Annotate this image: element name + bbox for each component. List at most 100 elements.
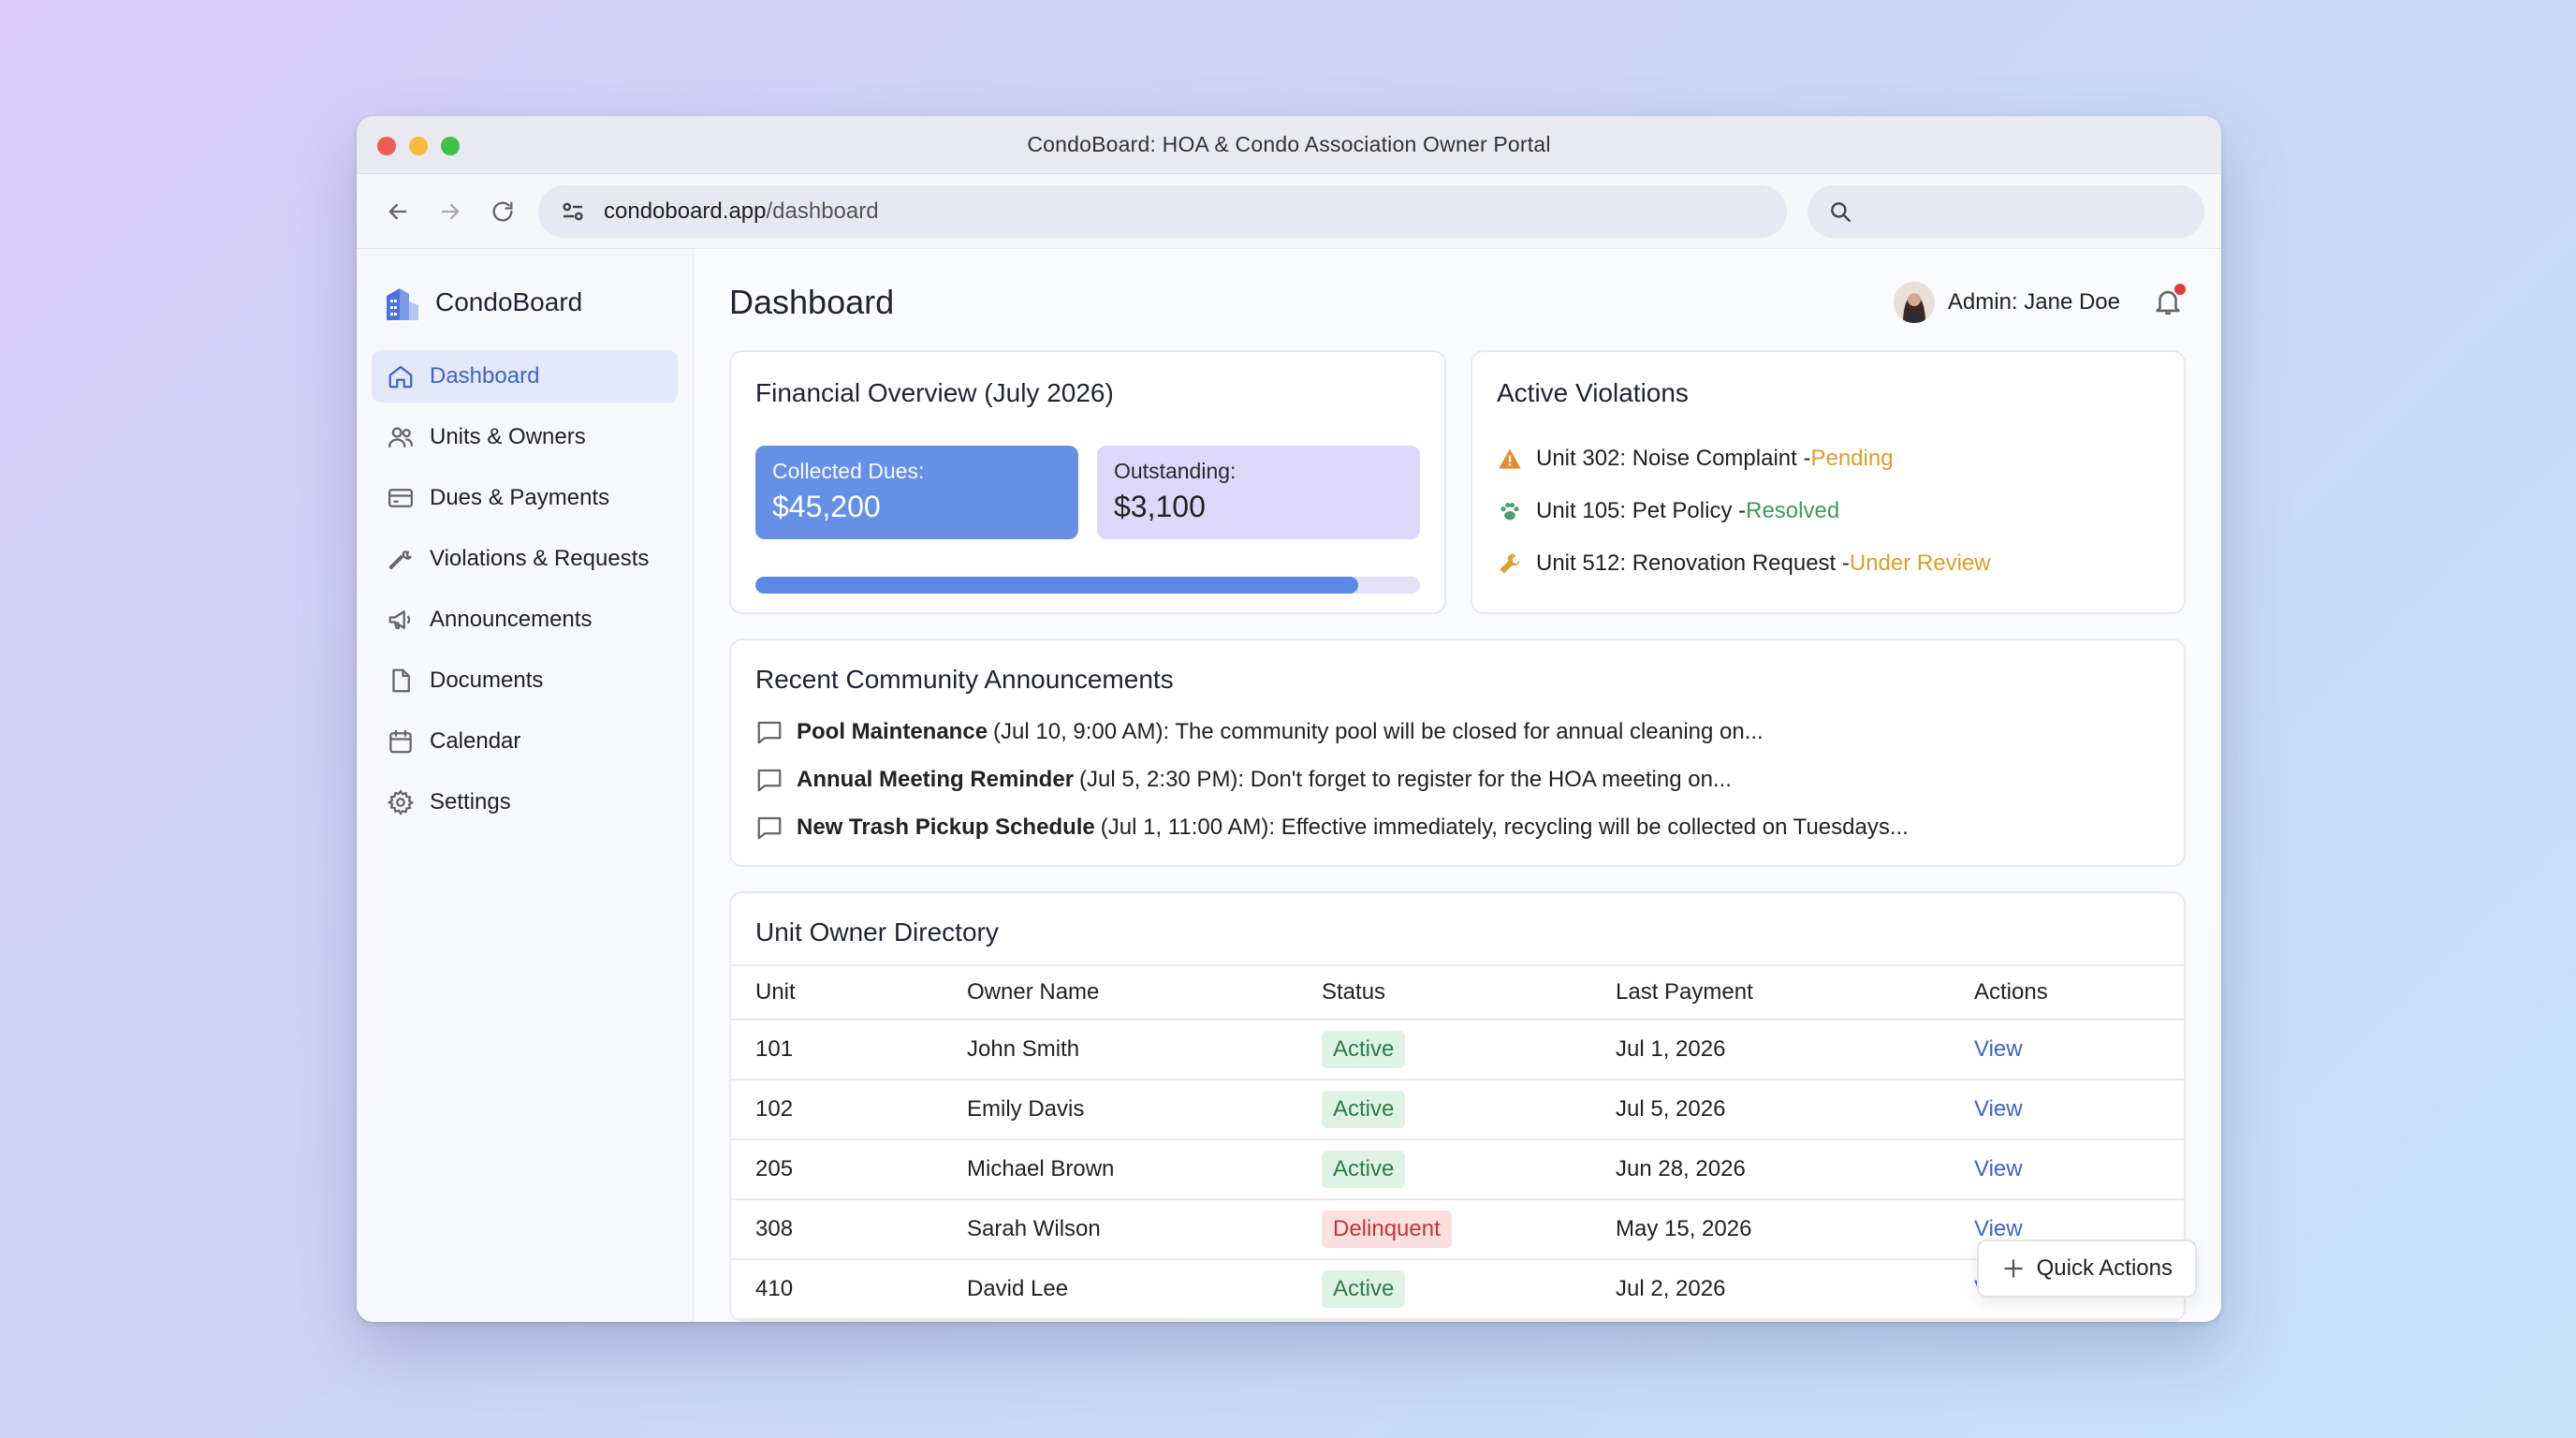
announcement-item[interactable]: Annual Meeting Reminder (Jul 5, 2:30 PM):…: [755, 756, 2159, 803]
cell-owner: Emily Davis: [943, 1079, 1297, 1140]
collected-dues-box: Collected Dues: $45,200: [755, 446, 1078, 539]
cell-owner: David Lee: [943, 1259, 1297, 1320]
quick-actions-label: Quick Actions: [2036, 1255, 2173, 1281]
table-row[interactable]: 410 David Lee Active Jul 2, 2026 View: [731, 1259, 2184, 1320]
status-badge: Active: [1322, 1091, 1406, 1128]
forward-button[interactable]: [424, 185, 476, 238]
building-logo-icon: [387, 288, 418, 320]
status-badge: Delinquent: [1322, 1211, 1452, 1248]
directory-table: Unit Owner Name Status Last Payment Acti…: [731, 964, 2184, 1320]
cell-status: Delinquent: [1297, 1199, 1591, 1260]
brand[interactable]: CondoBoard: [372, 279, 678, 326]
sidebar-item-announcements[interactable]: Announcements: [372, 594, 678, 646]
table-row[interactable]: 101 John Smith Active Jul 1, 2026 View: [731, 1020, 2184, 1080]
cell-last-payment: Jun 28, 2026: [1591, 1139, 1950, 1200]
sidebar-item-label: Calendar: [430, 728, 521, 754]
user-menu[interactable]: Admin: Jane Doe: [1893, 282, 2186, 323]
table-row[interactable]: 308 Sarah Wilson Delinquent May 15, 2026…: [731, 1199, 2184, 1260]
url-domain: condoboard.app: [604, 198, 767, 224]
gear-icon: [387, 789, 415, 815]
chat-bubble-icon: [757, 769, 782, 791]
avatar[interactable]: [1893, 282, 1935, 323]
active-violations-card: Active Violations Unit 302: Noise Compla…: [1471, 350, 2186, 614]
announcement-item[interactable]: Pool Maintenance (Jul 10, 9:00 AM): The c…: [755, 708, 2159, 756]
collected-dues-amount: $45,200: [772, 490, 881, 523]
notifications-button[interactable]: [2152, 284, 2186, 319]
page-header: Dashboard Admin: Jane Doe: [729, 279, 2186, 326]
announcement-text: (Jul 1, 11:00 AM): Effective immediately…: [1100, 814, 1909, 840]
brand-name: CondoBoard: [435, 287, 583, 316]
sidebar-item-label: Dashboard: [430, 363, 540, 389]
view-link[interactable]: View: [1974, 1216, 2023, 1241]
title-bar: CondoBoard: HOA & Condo Association Owne…: [357, 116, 2221, 174]
directory-title: Unit Owner Directory: [755, 917, 999, 946]
violation-item[interactable]: Unit 302: Noise Complaint - Pending: [1497, 433, 2159, 485]
announcements-card: Recent Community Announcements Pool Main…: [729, 638, 2186, 867]
megaphone-icon: [388, 610, 411, 629]
close-window-button[interactable]: [377, 137, 396, 155]
top-row: Financial Overview (July 2026) Collected…: [729, 350, 2186, 614]
sidebar-item-documents[interactable]: Documents: [372, 654, 678, 707]
announcement-text: (Jul 5, 2:30 PM): Don't forget to regist…: [1079, 766, 1732, 792]
table-row[interactable]: 102 Emily Davis Active Jul 5, 2026 View: [731, 1079, 2184, 1140]
reload-icon: [492, 201, 513, 222]
announcement-title: Annual Meeting Reminder: [797, 766, 1075, 792]
violation-text: Unit 105: Pet Policy -: [1536, 498, 1747, 523]
cell-unit: 102: [731, 1079, 943, 1140]
arrow-right-icon: [441, 203, 460, 219]
active-violations-title: Active Violations: [1497, 378, 1689, 407]
announcement-title: New Trash Pickup Schedule: [797, 814, 1095, 840]
site-settings-icon[interactable]: [559, 198, 587, 226]
cell-actions: View: [1950, 1139, 2184, 1200]
announcements-list: Pool Maintenance (Jul 10, 9:00 AM): The c…: [755, 708, 2159, 851]
quick-actions-button[interactable]: Quick Actions: [1976, 1240, 2197, 1298]
sidebar-item-label: Settings: [430, 789, 511, 814]
announcements-title: Recent Community Announcements: [755, 665, 1174, 694]
users-icon: [388, 427, 413, 448]
sidebar-item-violations-requests[interactable]: Violations & Requests: [372, 533, 678, 585]
column-header-last-payment[interactable]: Last Payment: [1591, 964, 1950, 1020]
violation-status: Resolved: [1746, 498, 1840, 523]
violation-item[interactable]: Unit 512: Renovation Request - Under Rev…: [1497, 537, 2159, 590]
search-icon: [1831, 201, 1851, 222]
cell-status: Active: [1297, 1139, 1591, 1200]
view-link[interactable]: View: [1974, 1096, 2023, 1122]
address-bar[interactable]: condoboard.app/dashboard: [538, 184, 1787, 238]
cell-actions: View: [1950, 1079, 2184, 1140]
sidebar-item-dues-payments[interactable]: Dues & Payments: [372, 472, 678, 524]
column-header-owner-name[interactable]: Owner Name: [943, 964, 1297, 1020]
outstanding-box: Outstanding: $3,100: [1097, 446, 1420, 539]
sidebar-item-settings[interactable]: Settings: [372, 776, 678, 829]
status-badge: Active: [1322, 1151, 1406, 1188]
minimize-window-button[interactable]: [409, 137, 428, 155]
unit-owner-directory-card: Unit Owner Directory Unit Owner Name Sta…: [729, 891, 2186, 1322]
chat-bubble-icon: [757, 721, 782, 743]
browser-toolbar: condoboard.app/dashboard: [357, 174, 2221, 249]
column-header-status[interactable]: Status: [1297, 964, 1591, 1020]
announcement-text: (Jul 10, 9:00 AM): The community pool wi…: [993, 718, 1764, 744]
cell-unit: 205: [731, 1139, 943, 1200]
cell-unit: 308: [731, 1199, 943, 1260]
window-controls: [377, 137, 460, 155]
sidebar-item-label: Dues & Payments: [430, 485, 610, 510]
reload-button[interactable]: [476, 185, 529, 238]
announcement-item[interactable]: New Trash Pickup Schedule (Jul 1, 11:00 A…: [755, 803, 2159, 851]
table-row[interactable]: 205 Michael Brown Active Jun 28, 2026 Vi…: [731, 1139, 2184, 1200]
collected-dues-label: Collected Dues:: [772, 459, 925, 483]
browser-search-bar[interactable]: [1808, 184, 2204, 238]
view-link[interactable]: View: [1974, 1156, 2023, 1181]
financial-overview-card: Financial Overview (July 2026) Collected…: [729, 350, 1446, 614]
sidebar-item-units-owners[interactable]: Units & Owners: [372, 411, 678, 463]
sidebar-item-calendar[interactable]: Calendar: [372, 715, 678, 768]
wrench-icon: [388, 550, 412, 570]
column-header-unit[interactable]: Unit: [731, 964, 943, 1020]
sidebar-item-dashboard[interactable]: Dashboard: [372, 350, 678, 403]
maximize-window-button[interactable]: [441, 137, 460, 155]
cell-status: Active: [1297, 1020, 1591, 1080]
page-title: Dashboard: [729, 283, 895, 321]
back-button[interactable]: [372, 185, 424, 238]
violation-item[interactable]: Unit 105: Pet Policy - Resolved: [1497, 485, 2159, 537]
violation-status: Pending: [1810, 446, 1894, 471]
window-title: CondoBoard: HOA & Condo Association Owne…: [1027, 132, 1551, 156]
view-link[interactable]: View: [1974, 1036, 2023, 1062]
